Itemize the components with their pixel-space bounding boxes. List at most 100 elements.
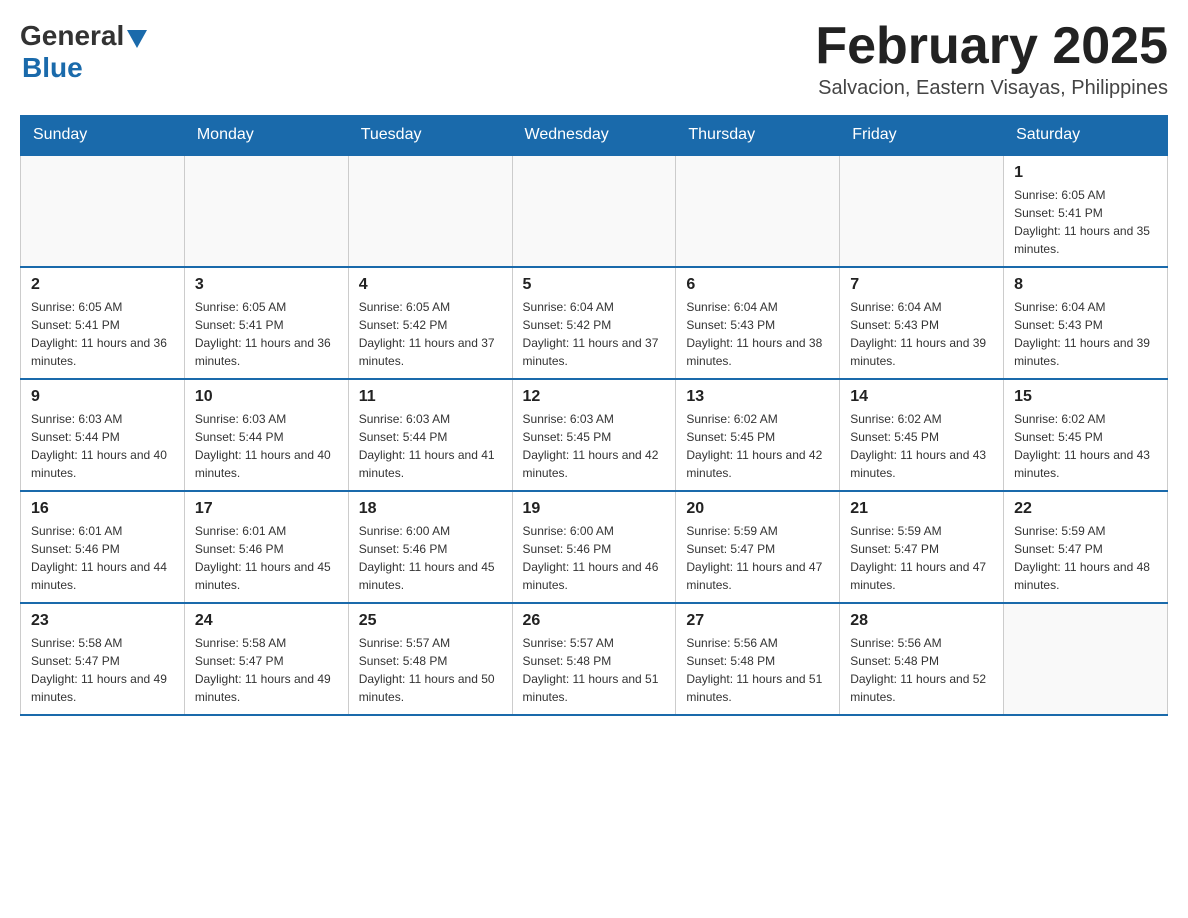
day-number: 12	[523, 388, 666, 406]
day-info: Sunrise: 6:05 AMSunset: 5:42 PMDaylight:…	[359, 298, 502, 370]
day-of-week-header: Sunday	[21, 116, 185, 156]
day-info: Sunrise: 6:03 AMSunset: 5:45 PMDaylight:…	[523, 410, 666, 482]
day-number: 17	[195, 500, 338, 518]
calendar-cell: 15 Sunrise: 6:02 AMSunset: 5:45 PMDayligh…	[1004, 379, 1168, 491]
calendar-cell	[840, 155, 1004, 267]
calendar-cell: 23Sunrise: 5:58 AMSunset: 5:47 PMDayligh…	[21, 603, 185, 715]
day-info: Sunrise: 5:56 AMSunset: 5:48 PMDaylight:…	[686, 634, 829, 706]
calendar-cell	[184, 155, 348, 267]
calendar-cell: 11 Sunrise: 6:03 AMSunset: 5:44 PMDayligh…	[348, 379, 512, 491]
day-of-week-header: Friday	[840, 116, 1004, 156]
calendar-week-row: 1 Sunrise: 6:05 AMSunset: 5:41 PMDaylight…	[21, 155, 1168, 267]
day-number: 8	[1014, 276, 1157, 294]
day-number: 14	[850, 388, 993, 406]
calendar-cell: 27 Sunrise: 5:56 AMSunset: 5:48 PMDayligh…	[676, 603, 840, 715]
day-of-week-header: Thursday	[676, 116, 840, 156]
calendar-cell: 5Sunrise: 6:04 AMSunset: 5:42 PMDaylight…	[512, 267, 676, 379]
day-number: 28	[850, 612, 993, 630]
calendar-week-row: 2 Sunrise: 6:05 AMSunset: 5:41 PMDaylight…	[21, 267, 1168, 379]
day-info: Sunrise: 6:02 AMSunset: 5:45 PMDaylight:…	[850, 410, 993, 482]
calendar-cell: 6 Sunrise: 6:04 AMSunset: 5:43 PMDaylight…	[676, 267, 840, 379]
day-number: 7	[850, 276, 993, 294]
calendar-cell: 16 Sunrise: 6:01 AMSunset: 5:46 PMDayligh…	[21, 491, 185, 603]
calendar-cell: 10 Sunrise: 6:03 AMSunset: 5:44 PMDayligh…	[184, 379, 348, 491]
day-of-week-header: Monday	[184, 116, 348, 156]
calendar-cell: 8Sunrise: 6:04 AMSunset: 5:43 PMDaylight…	[1004, 267, 1168, 379]
calendar-cell	[1004, 603, 1168, 715]
calendar-cell: 25 Sunrise: 5:57 AMSunset: 5:48 PMDayligh…	[348, 603, 512, 715]
calendar-cell: 12 Sunrise: 6:03 AMSunset: 5:45 PMDayligh…	[512, 379, 676, 491]
calendar-cell: 19 Sunrise: 6:00 AMSunset: 5:46 PMDayligh…	[512, 491, 676, 603]
logo: General Blue	[20, 20, 147, 84]
day-number: 9	[31, 388, 174, 406]
day-info: Sunrise: 5:56 AMSunset: 5:48 PMDaylight:…	[850, 634, 993, 706]
day-info: Sunrise: 5:59 AMSunset: 5:47 PMDaylight:…	[850, 522, 993, 594]
day-number: 19	[523, 500, 666, 518]
calendar-cell: 17 Sunrise: 6:01 AMSunset: 5:46 PMDayligh…	[184, 491, 348, 603]
day-info: Sunrise: 6:01 AMSunset: 5:46 PMDaylight:…	[195, 522, 338, 594]
day-number: 2	[31, 276, 174, 294]
calendar-cell: 21 Sunrise: 5:59 AMSunset: 5:47 PMDayligh…	[840, 491, 1004, 603]
day-number: 4	[359, 276, 502, 294]
day-info: Sunrise: 6:03 AMSunset: 5:44 PMDaylight:…	[359, 410, 502, 482]
calendar-cell	[676, 155, 840, 267]
day-info: Sunrise: 6:00 AMSunset: 5:46 PMDaylight:…	[359, 522, 502, 594]
day-info: Sunrise: 6:02 AMSunset: 5:45 PMDaylight:…	[1014, 410, 1157, 482]
day-info: Sunrise: 6:04 AMSunset: 5:43 PMDaylight:…	[686, 298, 829, 370]
calendar-cell: 1 Sunrise: 6:05 AMSunset: 5:41 PMDaylight…	[1004, 155, 1168, 267]
day-of-week-header: Saturday	[1004, 116, 1168, 156]
day-info: Sunrise: 5:58 AMSunset: 5:47 PMDaylight:…	[31, 634, 174, 706]
day-info: Sunrise: 6:02 AMSunset: 5:45 PMDaylight:…	[686, 410, 829, 482]
day-number: 6	[686, 276, 829, 294]
day-number: 13	[686, 388, 829, 406]
day-number: 11	[359, 388, 502, 406]
month-title: February 2025	[815, 20, 1168, 72]
calendar-week-row: 23Sunrise: 5:58 AMSunset: 5:47 PMDayligh…	[21, 603, 1168, 715]
page-header: General Blue February 2025 Salvacion, Ea…	[20, 20, 1168, 100]
calendar-cell: 18 Sunrise: 6:00 AMSunset: 5:46 PMDayligh…	[348, 491, 512, 603]
calendar-cell: 28 Sunrise: 5:56 AMSunset: 5:48 PMDayligh…	[840, 603, 1004, 715]
day-number: 3	[195, 276, 338, 294]
title-section: February 2025 Salvacion, Eastern Visayas…	[815, 20, 1168, 100]
day-info: Sunrise: 6:05 AMSunset: 5:41 PMDaylight:…	[195, 298, 338, 370]
day-info: Sunrise: 6:03 AMSunset: 5:44 PMDaylight:…	[195, 410, 338, 482]
calendar-cell: 22 Sunrise: 5:59 AMSunset: 5:47 PMDayligh…	[1004, 491, 1168, 603]
calendar-cell: 2Sunrise: 6:05 AMSunset: 5:41 PMDaylight…	[21, 267, 185, 379]
location-text: Salvacion, Eastern Visayas, Philippines	[815, 77, 1168, 100]
day-number: 10	[195, 388, 338, 406]
calendar-table: SundayMondayTuesdayWednesdayThursdayFrid…	[20, 115, 1168, 716]
day-info: Sunrise: 5:59 AMSunset: 5:47 PMDaylight:…	[1014, 522, 1157, 594]
day-info: Sunrise: 6:01 AMSunset: 5:46 PMDaylight:…	[31, 522, 174, 594]
calendar-cell: 24Sunrise: 5:58 AMSunset: 5:47 PMDayligh…	[184, 603, 348, 715]
calendar-cell	[348, 155, 512, 267]
calendar-header-row: SundayMondayTuesdayWednesdayThursdayFrid…	[21, 116, 1168, 156]
day-info: Sunrise: 6:00 AMSunset: 5:46 PMDaylight:…	[523, 522, 666, 594]
calendar-cell	[512, 155, 676, 267]
day-info: Sunrise: 6:04 AMSunset: 5:43 PMDaylight:…	[850, 298, 993, 370]
calendar-cell: 3 Sunrise: 6:05 AMSunset: 5:41 PMDaylight…	[184, 267, 348, 379]
day-number: 15	[1014, 388, 1157, 406]
calendar-cell	[21, 155, 185, 267]
day-info: Sunrise: 6:05 AMSunset: 5:41 PMDaylight:…	[1014, 186, 1157, 258]
calendar-week-row: 9 Sunrise: 6:03 AMSunset: 5:44 PMDaylight…	[21, 379, 1168, 491]
day-number: 1	[1014, 164, 1157, 182]
day-number: 16	[31, 500, 174, 518]
day-info: Sunrise: 5:57 AMSunset: 5:48 PMDaylight:…	[359, 634, 502, 706]
day-number: 25	[359, 612, 502, 630]
calendar-cell: 26 Sunrise: 5:57 AMSunset: 5:48 PMDayligh…	[512, 603, 676, 715]
day-number: 20	[686, 500, 829, 518]
day-info: Sunrise: 5:59 AMSunset: 5:47 PMDaylight:…	[686, 522, 829, 594]
day-number: 27	[686, 612, 829, 630]
day-number: 22	[1014, 500, 1157, 518]
calendar-cell: 4 Sunrise: 6:05 AMSunset: 5:42 PMDaylight…	[348, 267, 512, 379]
calendar-week-row: 16 Sunrise: 6:01 AMSunset: 5:46 PMDayligh…	[21, 491, 1168, 603]
day-info: Sunrise: 6:04 AMSunset: 5:42 PMDaylight:…	[523, 298, 666, 370]
logo-general-text: General	[20, 20, 124, 52]
day-info: Sunrise: 5:57 AMSunset: 5:48 PMDaylight:…	[523, 634, 666, 706]
day-number: 18	[359, 500, 502, 518]
calendar-cell: 14 Sunrise: 6:02 AMSunset: 5:45 PMDayligh…	[840, 379, 1004, 491]
day-of-week-header: Wednesday	[512, 116, 676, 156]
day-number: 21	[850, 500, 993, 518]
day-number: 26	[523, 612, 666, 630]
calendar-cell: 7 Sunrise: 6:04 AMSunset: 5:43 PMDaylight…	[840, 267, 1004, 379]
